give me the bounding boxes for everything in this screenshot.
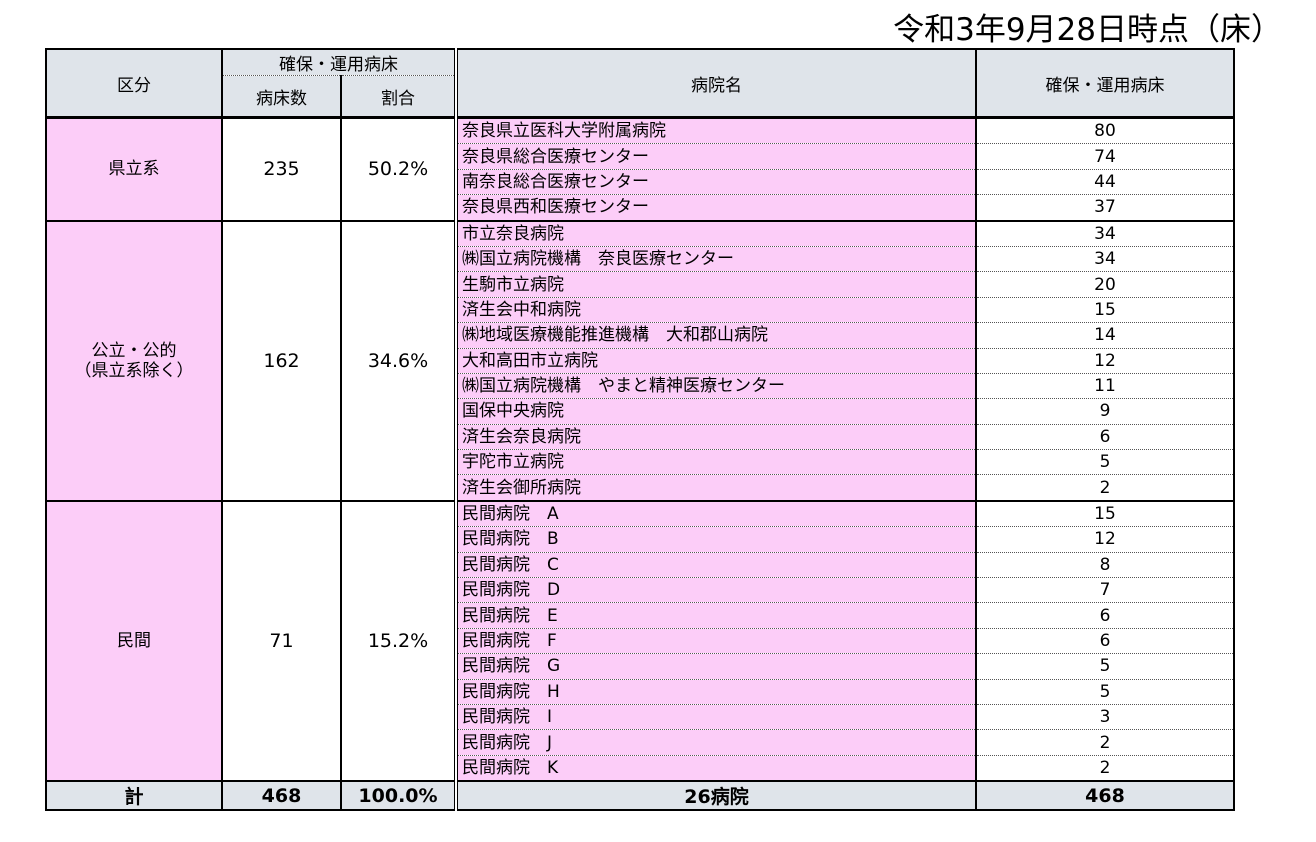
hospital-name-cell: 民間病院 J [454,729,977,756]
hospital-beds-cell: 6 [975,424,1235,451]
header-category: 区分 [45,49,223,119]
hospital-name-cell: 国保中央病院 [454,398,977,425]
table-row: 県立系 235 50.2% 奈良県立医科大学附属病院 80 [45,117,1235,222]
hospital-beds-cell: 34 [975,220,1235,247]
group-beds-cell: 162 [221,220,342,502]
table-row: 公立・公的 （県立系除く） 162 34.6% 市立奈良病院 34 [45,220,1235,502]
hospital-beds-cell: 11 [975,373,1235,400]
hospital-name-cell: 民間病院 H [454,679,977,705]
hospital-name-cell: 民間病院 A [454,500,977,528]
hospital-beds-cell: 80 [975,117,1235,145]
hospital-beds-cell: 2 [975,755,1235,783]
header-beds-count: 病床数 [221,75,342,119]
total-row: 計 468 100.0% 26病院 468 [45,781,1235,811]
hospital-name-cell: 生駒市立病院 [454,271,977,298]
hospital-name-cell: ㈱国立病院機構 奈良医療センター [454,246,977,273]
hospital-name-cell: 奈良県総合医療センター [454,143,977,170]
hospital-beds-cell: 8 [975,552,1235,579]
hospital-beds-cell: 9 [975,398,1235,425]
hospital-beds-cell: 37 [975,194,1235,222]
hospital-name-cell: 奈良県立医科大学附属病院 [454,117,977,145]
total-hospital-count-cell: 26病院 [454,781,977,811]
hospital-name-cell: ㈱国立病院機構 やまと精神医療センター [454,373,977,400]
hospital-name-cell: 民間病院 F [454,628,977,655]
hospital-name-cell: 済生会御所病院 [454,474,977,502]
hospital-name-cell: ㈱地域医療機能推進機構 大和郡山病院 [454,322,977,349]
group-ratio-cell: 50.2% [340,117,457,222]
group-ratio-cell: 15.2% [340,500,457,783]
hospital-name-cell: 市立奈良病院 [454,220,977,247]
hospital-beds-cell: 15 [975,500,1235,528]
hospital-beds-cell: 12 [975,526,1235,553]
bed-table: 区分 確保・運用病床 病院名 確保・運用病床 病床数 割合 県立系 235 50.2… [45,48,1235,812]
hospital-beds-cell: 44 [975,169,1235,196]
bed-table-container: 区分 確保・運用病床 病院名 確保・運用病床 病床数 割合 県立系 235 50.2… [45,48,1235,837]
group-beds-cell: 71 [221,500,342,783]
hospital-name-cell: 大和高田市立病院 [454,348,977,374]
hospital-beds-cell: 14 [975,322,1235,349]
hospital-name-cell: 南奈良総合医療センター [454,169,977,196]
hospital-beds-cell: 20 [975,271,1235,298]
category-cell: 民間 [45,500,223,783]
table-row: 民間 71 15.2% 民間病院 A 15 [45,500,1235,783]
hospital-beds-cell: 2 [975,474,1235,502]
hospital-beds-cell: 6 [975,628,1235,655]
header-ratio: 割合 [340,75,457,119]
hospital-name-cell: 済生会奈良病院 [454,424,977,451]
hospital-beds-cell: 5 [975,449,1235,476]
hospital-name-cell: 民間病院 B [454,526,977,553]
hospital-name-cell: 奈良県西和医療センター [454,194,977,222]
total-ratio-cell: 100.0% [340,781,457,811]
as-of-date: 令和3年9月28日時点（床） [893,12,1282,48]
hospital-name-cell: 民間病院 G [454,653,977,680]
header-hospital-name: 病院名 [454,49,977,119]
hospital-name-cell: 民間病院 I [454,704,977,731]
hospital-name-cell: 宇陀市立病院 [454,449,977,476]
hospital-beds-cell: 2 [975,729,1235,756]
total-label-cell: 計 [45,781,223,811]
category-cell: 県立系 [45,117,223,222]
hospital-name-cell: 民間病院 E [454,602,977,629]
total-beds-cell: 468 [221,781,342,811]
hospital-beds-cell: 5 [975,679,1235,705]
hospital-beds-cell: 5 [975,653,1235,680]
hospital-name-cell: 民間病院 D [454,577,977,604]
hospital-name-cell: 済生会中和病院 [454,297,977,324]
total-hospital-beds-cell: 468 [975,781,1235,811]
hospital-beds-cell: 6 [975,602,1235,629]
group-beds-cell: 235 [221,117,342,222]
header-secured-group: 確保・運用病床 [221,49,457,76]
hospital-beds-cell: 3 [975,704,1235,731]
hospital-name-cell: 民間病院 K [454,755,977,783]
hospital-beds-cell: 7 [975,577,1235,604]
category-cell: 公立・公的 （県立系除く） [45,220,223,502]
hospital-beds-cell: 34 [975,246,1235,273]
header-hospital-beds: 確保・運用病床 [975,49,1235,119]
hospital-beds-cell: 15 [975,297,1235,324]
hospital-beds-cell: 74 [975,143,1235,170]
hospital-name-cell: 民間病院 C [454,552,977,579]
hospital-beds-cell: 12 [975,348,1235,374]
group-ratio-cell: 34.6% [340,220,457,502]
